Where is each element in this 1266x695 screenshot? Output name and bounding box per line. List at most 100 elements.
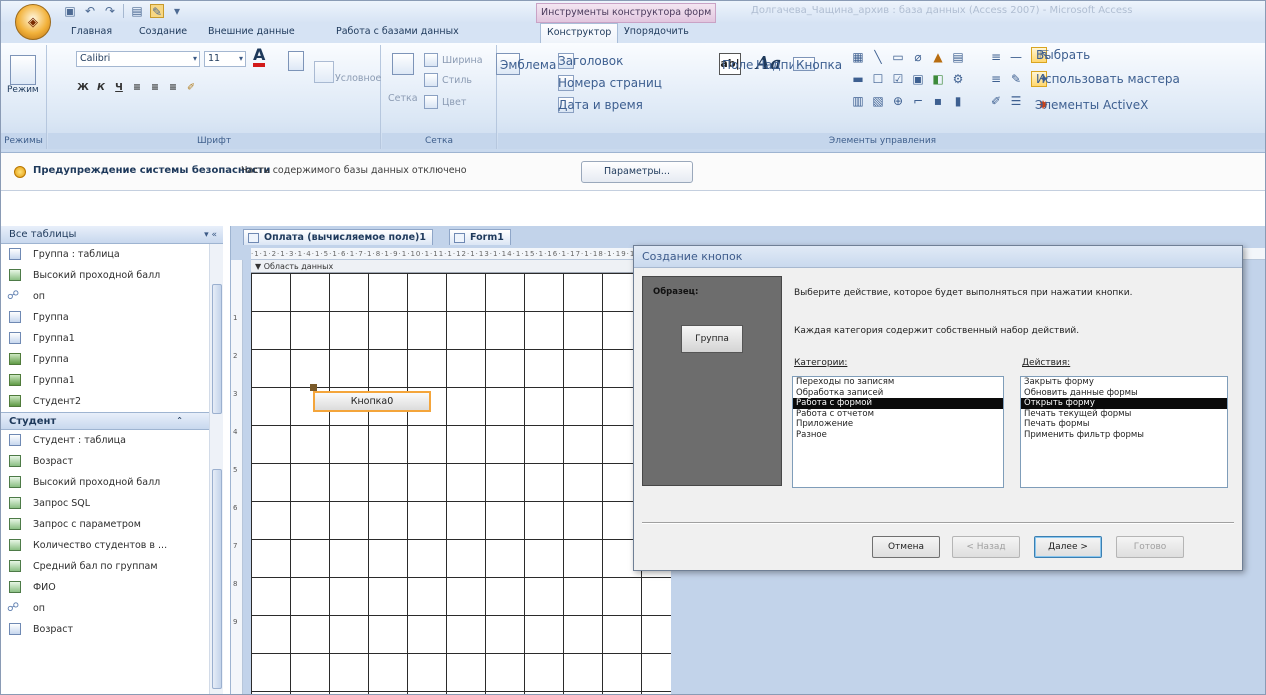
undo-icon[interactable]: ↶ (83, 4, 97, 18)
detail-section-bar[interactable]: ▼ Область данных (251, 260, 671, 273)
tab-control-icon[interactable]: ▦ (850, 49, 866, 65)
doc-tab-payment[interactable]: Оплата (вычисляемое поле)1 (243, 229, 433, 245)
nav-pane-header[interactable]: Все таблицы ▾ « (1, 226, 223, 244)
line-type-icon[interactable]: — (1008, 49, 1024, 65)
nav-item[interactable]: Количество студентов в ... (1, 535, 209, 556)
nav-item[interactable]: Средний бал по группам (1, 556, 209, 577)
chevron-up-icon[interactable]: ⌃ (176, 416, 183, 425)
line-icon[interactable]: ╲ (870, 49, 886, 65)
list-item[interactable]: Печать текущей формы (1021, 409, 1227, 420)
set-control-defaults-icon[interactable]: ☰ (1008, 93, 1024, 109)
form-design-grid[interactable]: Кнопка0 (251, 273, 671, 694)
list-item-selected[interactable]: Открыть форму (1021, 398, 1227, 409)
nav-item[interactable]: Высокий проходной балл (1, 265, 209, 286)
move-handle[interactable] (310, 384, 317, 391)
page-numbers-button[interactable]: Номера страниц (558, 75, 662, 91)
nav-item[interactable]: Группа1 (1, 328, 209, 349)
command-button-control[interactable]: Кнопка0 (310, 384, 431, 412)
list-item[interactable]: Переходы по записям (793, 377, 1003, 388)
redo-icon[interactable]: ↷ (103, 4, 117, 18)
image-icon[interactable]: ▣ (910, 71, 926, 87)
doc-tab-form1[interactable]: Form1 (449, 229, 511, 245)
font-size-combo[interactable]: 11 ▾ (204, 51, 246, 67)
option-button-icon[interactable]: ⊕ (890, 93, 906, 109)
nav-item[interactable]: Запрос с параметром (1, 514, 209, 535)
nav-item[interactable]: Группа (1, 307, 209, 328)
font-name-combo[interactable]: Calibri ▾ (76, 51, 200, 67)
bound-object-icon[interactable]: ◧ (930, 71, 946, 87)
chevron-down-icon[interactable]: ▾ « (204, 229, 217, 241)
actions-listbox[interactable]: Закрыть форму Обновить данные формы Откр… (1020, 376, 1228, 488)
nav-item[interactable]: Группа : таблица (1, 244, 209, 265)
option-group-icon[interactable]: ▥ (850, 93, 866, 109)
nav-item[interactable]: ФИО (1, 577, 209, 598)
scroll-thumb[interactable] (212, 469, 222, 689)
nav-item[interactable]: Группа1 (1, 370, 209, 391)
checkbox-icon[interactable]: ☑ (890, 71, 906, 87)
subform-icon[interactable]: ▤ (950, 49, 966, 65)
tab-external-data[interactable]: Внешние данные (208, 26, 295, 37)
nav-item[interactable]: Возраст (1, 451, 209, 472)
categories-listbox[interactable]: Переходы по записям Обработка записей Ра… (792, 376, 1004, 488)
scroll-thumb[interactable] (212, 284, 222, 414)
list-item[interactable]: Применить фильтр формы (1021, 430, 1227, 441)
view-icon[interactable]: ▤ (130, 4, 144, 18)
list-item[interactable]: Печать формы (1021, 419, 1227, 430)
page-break-icon[interactable]: ⌐ (910, 93, 926, 109)
font-color-button[interactable]: A (253, 47, 266, 67)
special-effect-icon[interactable]: ≡ (988, 71, 1004, 87)
list-item-selected[interactable]: Работа с формой (793, 398, 1003, 409)
date-time-button[interactable]: Дата и время (558, 97, 643, 113)
nav-scrollbar[interactable] (209, 244, 223, 694)
nav-group-header[interactable]: Студент ⌃ (1, 412, 209, 430)
tab-create[interactable]: Создание (139, 26, 187, 37)
nav-item[interactable]: Группа (1, 349, 209, 370)
chart-icon[interactable]: ▲ (930, 49, 946, 65)
finish-button[interactable]: Готово (1116, 536, 1184, 558)
color-button[interactable]: Цвет (424, 95, 466, 109)
nav-item[interactable]: Студент2 (1, 391, 209, 412)
list-item[interactable]: Работа с отчетом (793, 409, 1003, 420)
gridlines-button[interactable] (392, 53, 414, 75)
select-button[interactable]: ⇱ Выбрать (1031, 47, 1090, 63)
rectangle-icon[interactable]: ▭ (890, 49, 906, 65)
view-button[interactable]: Режим (7, 55, 39, 95)
line-thickness-icon[interactable]: ≡ (988, 49, 1004, 65)
title-button[interactable]: Заголовок (558, 53, 623, 69)
list-box-icon[interactable]: ☐ (870, 71, 886, 87)
property-icon[interactable]: ▮ (950, 93, 966, 109)
list-item[interactable]: Закрыть форму (1021, 377, 1227, 388)
tab-home[interactable]: Главная (71, 26, 112, 37)
options-button[interactable]: Параметры... (581, 161, 693, 183)
unbound-object-icon[interactable]: ▧ (870, 93, 886, 109)
width-button[interactable]: Ширина (424, 53, 483, 67)
activex-button[interactable]: ✸ Элементы ActiveX (1035, 97, 1148, 113)
cancel-button[interactable]: Отмена (872, 536, 940, 558)
list-item[interactable]: Обновить данные формы (1021, 388, 1227, 399)
fill-color-button[interactable] (288, 51, 304, 71)
italic-icon[interactable]: К (94, 81, 108, 95)
line-color-icon[interactable]: ✐ (988, 93, 1004, 109)
nav-item[interactable]: Студент : таблица (1, 430, 209, 451)
align-left-icon[interactable]: ≡ (130, 81, 144, 95)
use-wizards-button[interactable]: ✦ Использовать мастера (1031, 71, 1180, 87)
nav-item[interactable]: Запрос SQL (1, 493, 209, 514)
combo-box-icon[interactable]: ▬ (850, 71, 866, 87)
hyperlink-icon[interactable]: ⌀ (910, 49, 926, 65)
list-item[interactable]: Приложение (793, 419, 1003, 430)
nav-item[interactable]: Возраст (1, 619, 209, 640)
customize-qat-icon[interactable]: ▾ (170, 4, 184, 18)
toggle-button-icon[interactable]: ▪ (930, 93, 946, 109)
attachment-icon[interactable]: ⚙ (950, 71, 966, 87)
format-painter-icon[interactable]: ✐ (184, 81, 198, 95)
nav-item[interactable]: Высокий проходной балл (1, 472, 209, 493)
list-item[interactable]: Разное (793, 430, 1003, 441)
back-button[interactable]: < Назад (952, 536, 1020, 558)
tab-design[interactable]: Конструктор (540, 23, 619, 43)
wizard-wand-icon[interactable]: ✎ (1008, 71, 1024, 87)
align-right-icon[interactable]: ≡ (166, 81, 180, 95)
nav-item[interactable]: ☍ оп (1, 286, 209, 307)
nav-item[interactable]: ☍ оп (1, 598, 209, 619)
wizard-icon[interactable]: ✎ (150, 4, 164, 19)
style-button[interactable]: Стиль (424, 73, 472, 87)
